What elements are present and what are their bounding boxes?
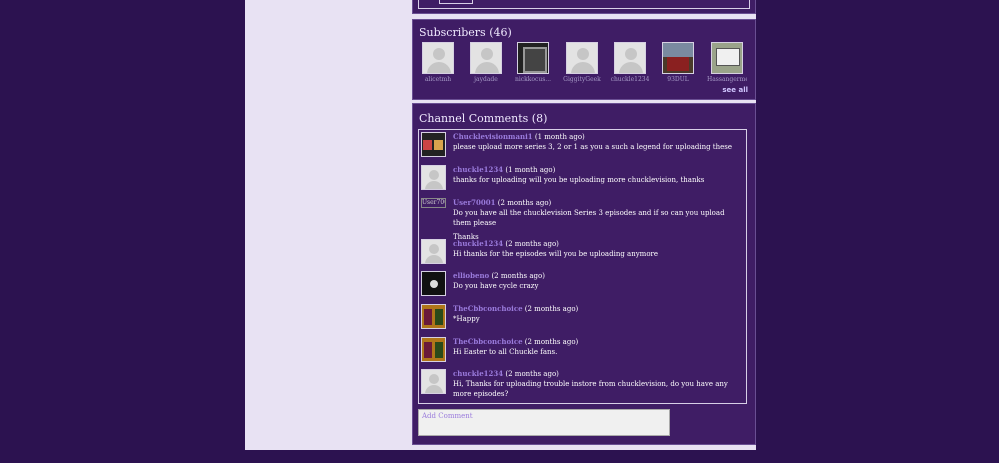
cbbc-thumbnail-icon[interactable] [421, 304, 446, 329]
comment-time: (1 month ago) [534, 133, 585, 141]
default-avatar-icon [422, 42, 454, 74]
subscriber-item[interactable]: Hassangermei [707, 42, 747, 83]
subscriber-item[interactable]: nickkocus... [513, 42, 553, 83]
left-column [245, 0, 410, 450]
default-avatar-icon[interactable] [421, 165, 446, 190]
cycle-thumbnail-icon[interactable] [421, 271, 446, 296]
comment-text: Hi Easter to all Chuckle fans. [453, 348, 558, 356]
subscriber-item[interactable]: 93DUL [658, 42, 698, 83]
channel-comments-box: Channel Comments (8) Chucklevisionmani1 … [412, 103, 756, 445]
comment-text: Do you have all the chucklevision Series… [453, 209, 725, 227]
sign-thumbnail-icon [711, 42, 743, 74]
page-background-left [0, 0, 245, 463]
default-avatar-icon[interactable] [421, 369, 446, 394]
subscriber-item[interactable]: alicetmh [418, 42, 458, 83]
previous-section-inner [418, 0, 750, 9]
comment-author[interactable]: chuckle1234 [453, 369, 503, 378]
comment-author[interactable]: TheCbbconchoice [453, 304, 523, 313]
comment-time: (2 months ago) [524, 338, 579, 346]
comment-time: (2 months ago) [524, 305, 579, 313]
subscriber-name[interactable]: jaydade [466, 76, 506, 83]
subscriber-name[interactable]: 93DUL [658, 76, 698, 83]
comment-text: Do you have cycle crazy [453, 282, 539, 290]
comment-author[interactable]: Chucklevisionmani1 [453, 132, 533, 141]
comment-author[interactable]: TheCbbconchoice [453, 337, 523, 346]
subscriber-name[interactable]: chuckle1234 [610, 76, 650, 83]
default-avatar-icon[interactable] [421, 239, 446, 264]
subscribers-heading: Subscribers (46) [419, 26, 512, 39]
comment-author[interactable]: chuckle1234 [453, 239, 503, 248]
comment-author[interactable]: chuckle1234 [453, 165, 503, 174]
comment-time: (2 months ago) [497, 199, 552, 207]
comment-text: *Happy [453, 315, 480, 323]
chucklevision-thumbnail-icon[interactable] [421, 132, 446, 157]
comment-text: Hi thanks for the episodes will you be u… [453, 250, 659, 258]
subscriber-item[interactable]: jaydade [466, 42, 506, 83]
photo-thumbnail-icon [662, 42, 694, 74]
previous-section-button[interactable] [439, 0, 473, 4]
broken-image-icon[interactable]: User70001 [421, 198, 446, 208]
comment-list: Chucklevisionmani1 (1 month ago) please … [418, 129, 747, 404]
subscriber-name[interactable]: nickkocus... [513, 76, 553, 83]
comment-time: (2 months ago) [505, 370, 559, 378]
previous-section-box [412, 0, 756, 14]
comment-time: (2 months ago) [505, 240, 559, 248]
subscriber-name[interactable]: alicetmh [418, 76, 458, 83]
subscriber-item[interactable]: chuckle1234 [610, 42, 650, 83]
see-all-link[interactable]: see all [722, 86, 748, 94]
default-avatar-icon [566, 42, 598, 74]
comment-author[interactable]: User70001 [453, 198, 496, 207]
comment-text: thanks for uploading will you be uploadi… [453, 176, 705, 184]
comment-time: (1 month ago) [505, 166, 556, 174]
dark-thumbnail-icon [517, 42, 549, 74]
default-avatar-icon [614, 42, 646, 74]
comment-author[interactable]: elliobeno [453, 271, 489, 280]
default-avatar-icon [470, 42, 502, 74]
comments-heading: Channel Comments (8) [419, 112, 548, 125]
subscribers-box: Subscribers (46) alicetmh jaydade nickko… [412, 19, 756, 100]
add-comment-input[interactable]: Add Comment [418, 409, 670, 436]
comment-text: please upload more series 3, 2 or 1 as y… [453, 143, 732, 151]
subscriber-name[interactable]: GiggityGeek [562, 76, 602, 83]
subscriber-item[interactable]: GiggityGeek [562, 42, 602, 83]
subscriber-name[interactable]: Hassangermei [707, 76, 747, 83]
cbbc-thumbnail-icon[interactable] [421, 337, 446, 362]
comment-time: (2 months ago) [491, 272, 545, 280]
comment-text: Hi, Thanks for uploading trouble instore… [453, 380, 728, 398]
page-background-right [756, 0, 999, 463]
